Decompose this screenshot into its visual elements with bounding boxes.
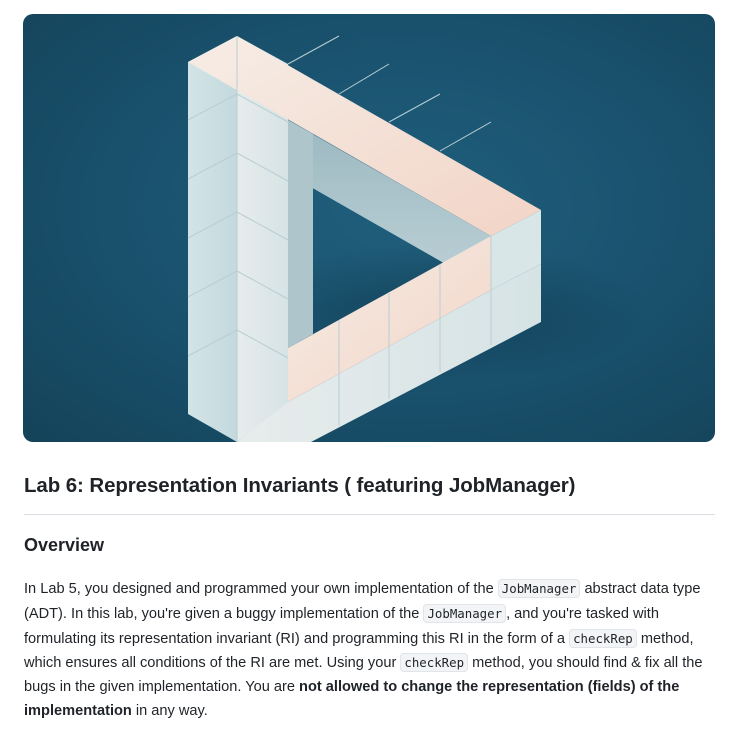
page-title: Lab 6: Representation Invariants ( featu… <box>24 474 576 497</box>
impossible-triangle-illustration <box>187 35 653 442</box>
column-inner-face <box>288 120 313 348</box>
inline-code-jobmanager: JobManager <box>423 603 507 623</box>
overview-paragraph: In Lab 5, you designed and programmed yo… <box>24 577 716 724</box>
hero-image <box>23 14 715 442</box>
overview-heading: Overview <box>24 535 105 555</box>
page: Lab 6: Representation Invariants ( featu… <box>0 0 738 733</box>
inline-code-jobmanager: JobManager <box>497 579 581 598</box>
inline-code-checkrep: checkRep <box>569 628 637 648</box>
paragraph-text: In Lab 5, you designed and programmed yo… <box>24 581 498 597</box>
paragraph-text: in any way. <box>131 702 208 719</box>
title-divider <box>24 514 715 515</box>
inline-code-checkrep: checkRep <box>400 653 469 673</box>
column-outer-face <box>188 36 237 442</box>
